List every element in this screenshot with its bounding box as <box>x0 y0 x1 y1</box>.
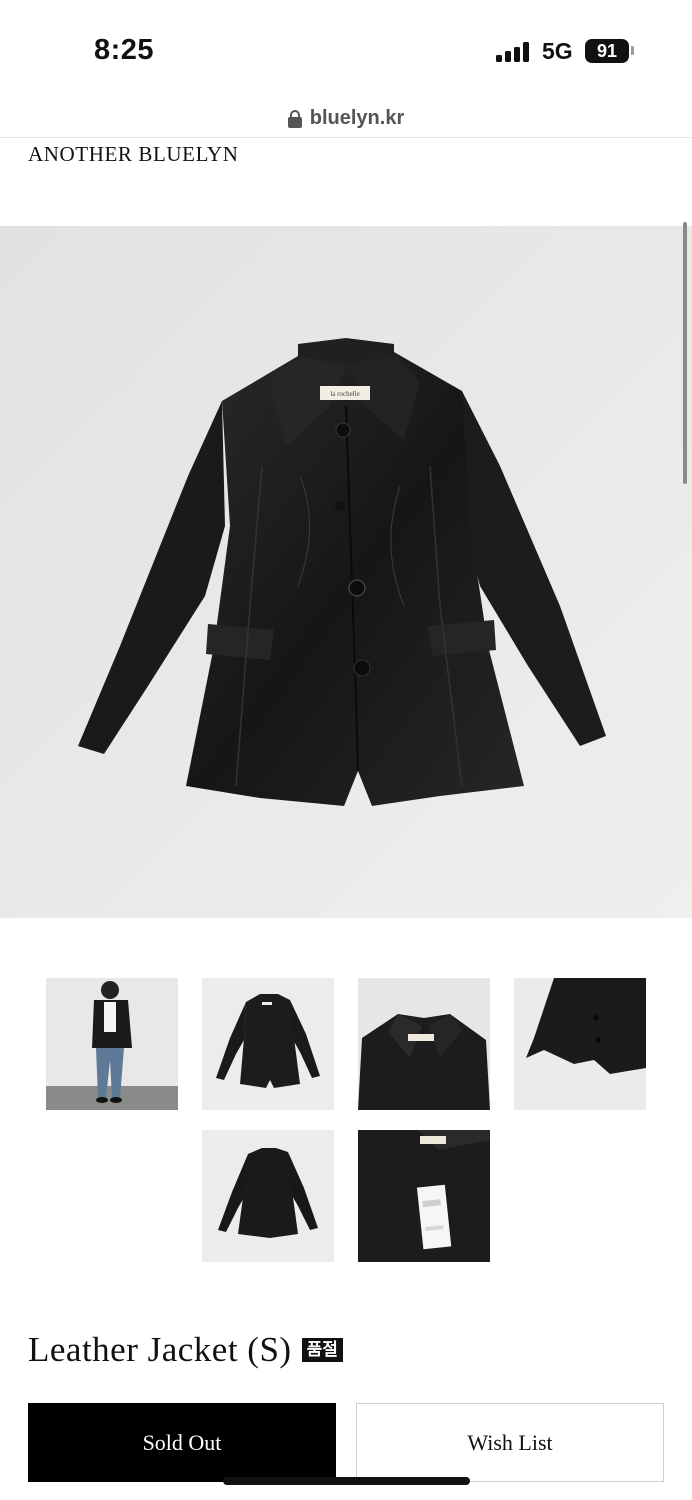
url-text[interactable]: bluelyn.kr <box>310 107 404 130</box>
lock-icon <box>287 109 302 128</box>
thumb-collar-detail[interactable] <box>358 978 490 1110</box>
jacket-illustration: la rochelle <box>0 226 692 918</box>
sold-out-button[interactable]: Sold Out <box>28 1403 336 1482</box>
battery-level: 91 <box>596 41 618 61</box>
product-title: Leather Jacket (S) 품절 <box>28 1330 343 1370</box>
cellular-signal-icon <box>496 42 532 62</box>
brand-logo[interactable]: ANOTHER BLUELYN <box>28 142 238 167</box>
home-indicator[interactable] <box>223 1477 470 1485</box>
status-time: 8:25 <box>94 34 155 66</box>
main-product-image[interactable]: la rochelle <box>0 226 692 918</box>
status-bar: 8:25 5G 91 <box>0 0 692 100</box>
scroll-indicator[interactable] <box>683 222 687 484</box>
thumb-model-wearing[interactable] <box>46 978 178 1110</box>
label-tag-text: la rochelle <box>330 390 359 398</box>
network-type: 5G <box>542 38 573 64</box>
product-name: Leather Jacket (S) <box>28 1330 292 1369</box>
thumb-tag-detail[interactable] <box>358 1130 490 1262</box>
thumb-jacket-back[interactable] <box>202 1130 334 1262</box>
address-bar[interactable]: bluelyn.kr <box>0 104 692 138</box>
sold-out-badge: 품절 <box>301 1338 343 1362</box>
thumb-side-detail[interactable] <box>514 978 646 1110</box>
battery-cap <box>631 46 634 55</box>
wish-list-button[interactable]: Wish List <box>356 1403 664 1482</box>
thumb-jacket-front[interactable] <box>202 978 334 1110</box>
battery-icon: 91 <box>585 39 629 63</box>
